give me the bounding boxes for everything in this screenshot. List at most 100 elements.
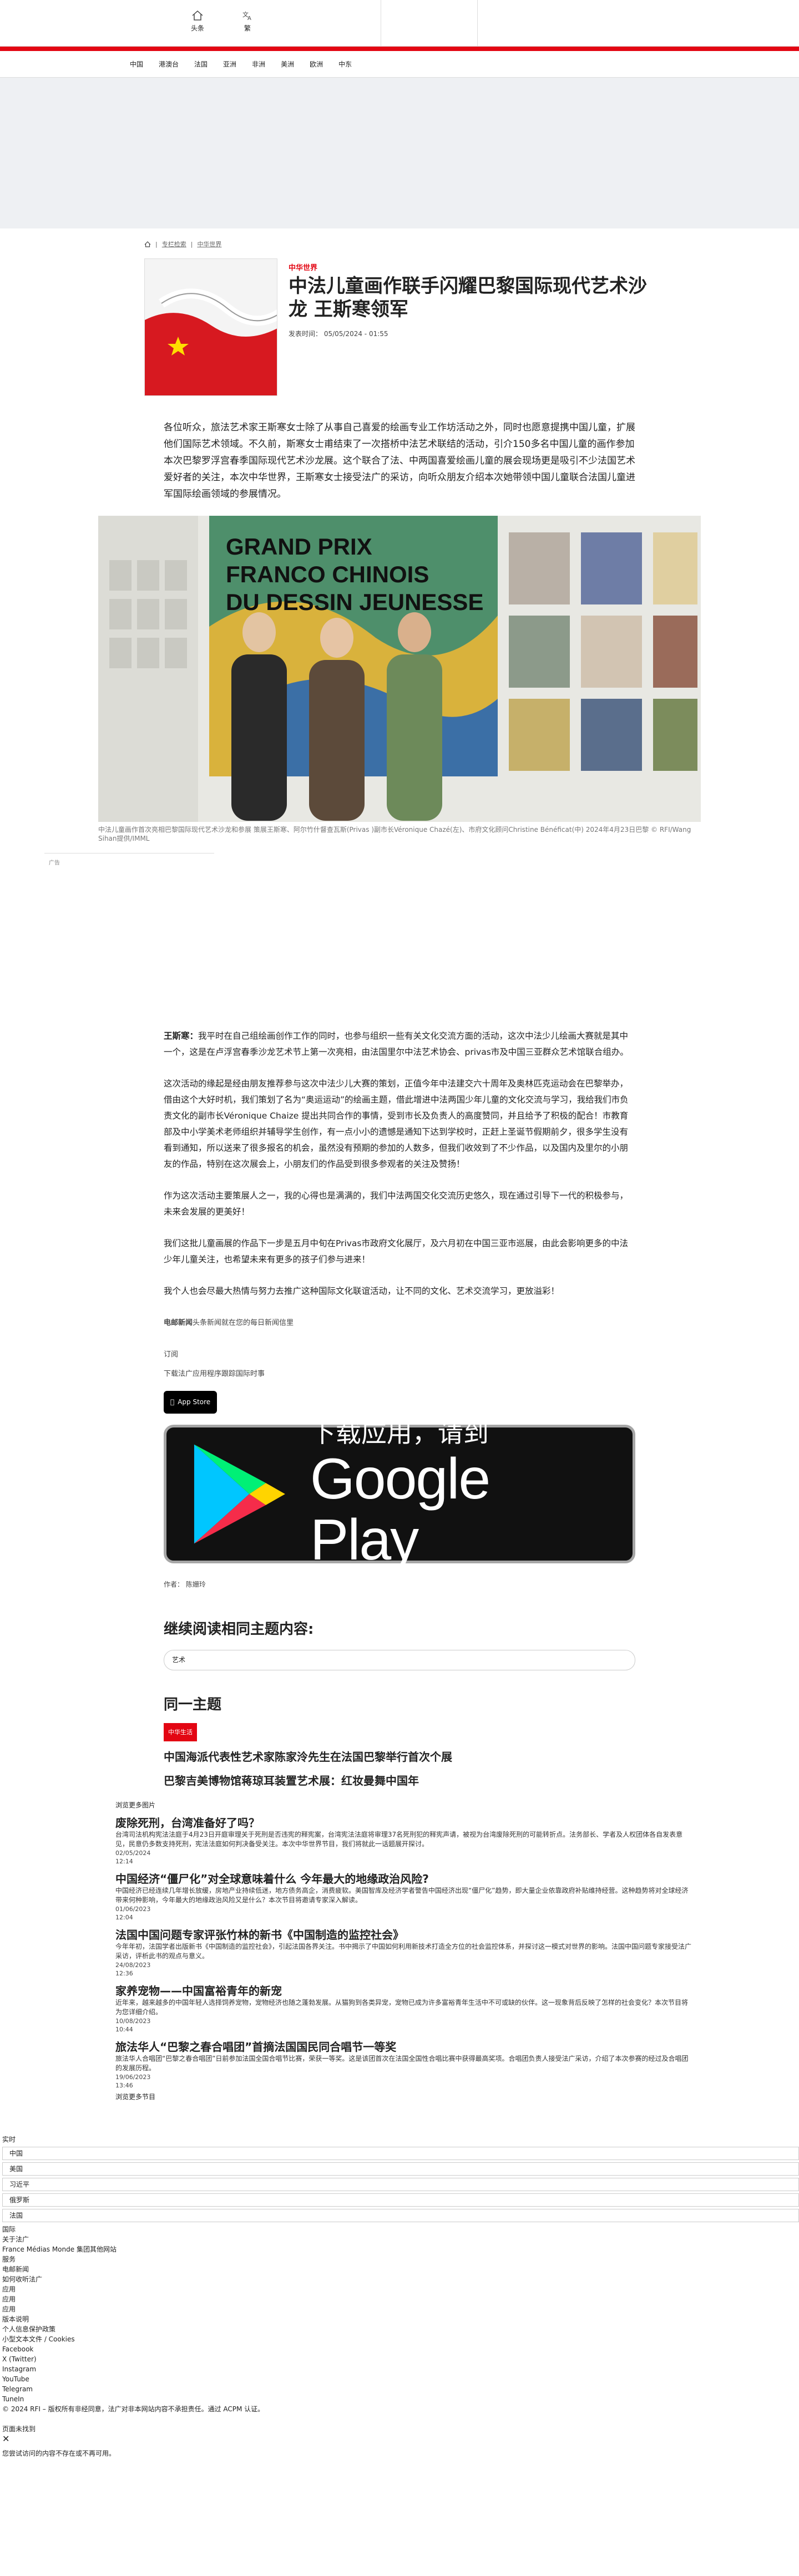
footer: 实时 中国美国习近平俄罗斯法国 国际 关于法广 France Médias Mond… — [0, 2135, 799, 2458]
copyright: © 2024 RFI – 版权所有非经同意，法广对非本网站内容不承担责任。通过 … — [2, 2405, 265, 2413]
nav-item[interactable]: 美洲 — [273, 59, 302, 69]
footer-link[interactable]: 应用 — [2, 2284, 799, 2294]
topic-link[interactable]: 美国 — [2, 2162, 799, 2176]
more-label: 浏览更多图片 — [115, 1801, 156, 1809]
footer-link[interactable]: 国际 — [2, 2224, 799, 2234]
footer-link[interactable]: 如何收听法广 — [2, 2274, 799, 2284]
item-title: 中国经济“僵尸化”对全球意味着什么 今年最大的地缘政治风险? — [115, 1872, 429, 1886]
item-title: 废除死刑，台湾准备好了吗？ — [115, 1816, 260, 1830]
download-app-text: 下载法广应用程序跟踪国际时事 — [164, 1370, 265, 1378]
article-thumbnail — [144, 258, 277, 396]
item-title: 家养宠物——中国富裕青年的新宠 — [115, 1984, 282, 1998]
close-icon[interactable]: ✕ — [2, 2434, 799, 2444]
topic-link[interactable]: 法国 — [2, 2209, 799, 2222]
photo-caption: 中法儿童画作首次亮相巴黎国际现代艺术沙龙和参展 策展王斯寒、阿尔竹什督查瓦斯(P… — [98, 826, 691, 842]
item-desc: 近年来，越来越多的中国年轻人选择饲养宠物，宠物经济也随之蓬勃发展。从猫狗到各类异… — [115, 1999, 689, 2016]
nav-item[interactable]: 中国 — [122, 59, 151, 69]
footer-link[interactable]: YouTube — [2, 2374, 799, 2384]
body-paragraph: 我个人也会尽最大热情与努力去推广这种国际文化联谊活动，让不同的文化、艺术交流学习… — [164, 1283, 635, 1299]
footer-link[interactable]: 个人信息保护政策 — [2, 2324, 799, 2334]
item-desc: 台湾司法机构宪法法庭于4月23日开庭审理关于死刑是否违宪的释宪案，台湾宪法法庭将… — [115, 1831, 683, 1848]
newsletter-promo: 电邮新闻头条新闻就在您的每日新闻信里 — [164, 1315, 635, 1331]
ad-label: 广告 — [49, 860, 60, 866]
google-play-button[interactable]: 下载应用，请到 Google Play — [164, 1418, 635, 1571]
apple-icon:  — [170, 1394, 174, 1410]
breadcrumb-link[interactable]: 中华世界 — [197, 240, 221, 248]
speaker-name: 王斯寒： — [164, 1031, 199, 1041]
home-icon — [192, 10, 203, 21]
item-time: 10:44 — [115, 2026, 133, 2033]
gplay-line2: Google Play — [310, 1447, 490, 1572]
item-time: 12:04 — [115, 1914, 133, 1921]
footer-link[interactable]: X (Twitter) — [2, 2354, 799, 2364]
not-found-message: 您尝试访问的内容不存在或不再可用。 — [2, 2450, 116, 2457]
item-date: 24/08/2023 — [115, 1962, 151, 1969]
nav-item[interactable]: 亚洲 — [215, 59, 244, 69]
topic-link[interactable]: 俄罗斯 — [2, 2193, 799, 2207]
divider — [477, 0, 478, 47]
footer-link[interactable]: 版本说明 — [2, 2314, 799, 2324]
nav-item[interactable]: 欧洲 — [302, 59, 331, 69]
item-date: 02/05/2024 — [115, 1850, 151, 1857]
paragraph-text: 作为这次活动主要策展人之一，我的心得也是满满的，我们中法两国交化交流历史悠久，现… — [164, 1191, 629, 1217]
body-paragraph: 这次活动的缘起是经由朋友推荐参与这次中法少儿大赛的策划，正值今年中法建交六十周年… — [164, 1076, 635, 1172]
list-item[interactable]: 旅法华人“巴黎之春合唱团”首摘法国国民同合唱节一等奖 旅法华人合唱团“巴黎之春合唱… — [115, 2038, 799, 2090]
poster-line: FRANCO CHINOIS — [226, 561, 429, 587]
tag-button[interactable]: 艺术 — [164, 1650, 635, 1670]
item-title: 法国中国问题专家评张竹林的新书《中国制造的监控社会》 — [115, 1928, 404, 1942]
browse-more-link[interactable]: 浏览更多节目 — [115, 2092, 799, 2101]
poster-line: GRAND PRIX — [226, 534, 372, 560]
breadcrumb-link[interactable]: 专栏检索 — [162, 240, 186, 248]
translate-button[interactable]: 文A 繁 — [231, 10, 264, 33]
article-lead: 各位听众，旅法艺术家王斯寒女士除了从事自己喜爱的绘画专业工作坊活动之外，同时也愿… — [164, 422, 635, 500]
related-article-link[interactable]: 中国海派代表性艺术家陈家泠先生在法国巴黎举行首次个展 — [164, 1749, 635, 1765]
author: 作者： 陈姗玲 — [164, 1581, 206, 1588]
body-paragraph: 我们这批儿童画展的作品下一步是五月中旬在Privas市政府文化展厅，及六月初在中… — [164, 1236, 635, 1268]
nav-item[interactable]: 非洲 — [244, 59, 273, 69]
home-icon[interactable] — [144, 241, 151, 247]
article-title: 中法儿童画作联手闪耀巴黎国际现代艺术沙龙 王斯寒领军 — [289, 275, 647, 321]
top-bar: 头条 文A 繁 — [0, 0, 799, 47]
item-date: 01/06/2023 — [115, 1906, 151, 1913]
nav-item[interactable]: 法国 — [186, 59, 215, 69]
footer-link[interactable]: 电邮新闻 — [2, 2264, 799, 2274]
footer-link[interactable]: Facebook — [2, 2344, 799, 2354]
live-label: 实时 — [2, 2136, 16, 2143]
google-play-icon — [194, 1444, 285, 1544]
footer-link[interactable]: 关于法广 — [2, 2234, 799, 2244]
paragraph-text: 我平时在自己组绘画创作工作的同时，也参与组织一些有关文化交流方面的活动，这次中法… — [164, 1031, 629, 1057]
body-paragraph: 作为这次活动主要策展人之一，我的心得也是满满的，我们中法两国交化交流历史悠久，现… — [164, 1188, 635, 1220]
related-article-link[interactable]: 巴黎吉美博物馆蒋琼耳装置艺术展：红妆曼舞中国年 — [164, 1773, 635, 1789]
list-item[interactable]: 法国中国问题专家评张竹林的新书《中国制造的监控社会》 今年年初，法国学者出版新书《… — [115, 1926, 799, 1978]
home-button[interactable]: 头条 — [181, 10, 214, 33]
footer-link[interactable]: 服务 — [2, 2254, 799, 2264]
translate-label: 繁 — [244, 24, 251, 32]
subscribe-link[interactable]: 订阅 — [164, 1350, 178, 1359]
item-date: 10/08/2023 — [115, 2018, 151, 2025]
category-badge[interactable]: 中华生活 — [164, 1723, 197, 1741]
item-time: 13:46 — [115, 2082, 133, 2089]
footer-link[interactable]: Telegram — [2, 2384, 799, 2394]
topic-link[interactable]: 中国 — [2, 2147, 799, 2160]
list-item[interactable]: 中国经济“僵尸化”对全球意味着什么 今年最大的地缘政治风险? 中国经济已经连续几年… — [115, 1870, 799, 1922]
footer-link[interactable]: 小型文本文件 / Cookies — [2, 2334, 799, 2344]
nav-item[interactable]: 港澳台 — [151, 59, 186, 69]
paragraph-text: 我们这批儿童画展的作品下一步是五月中旬在Privas市政府文化展厅，及六月初在中… — [164, 1238, 629, 1264]
footer-link[interactable]: France Médias Monde 集团其他网站 — [2, 2244, 799, 2254]
newsletter-lead: 电邮新闻 — [164, 1319, 193, 1327]
item-desc: 今年年初，法国学者出版新书《中国制造的监控社会》，引起法国各界关注。书中揭示了中… — [115, 1943, 692, 1960]
more-programs: 浏览更多图片 废除死刑，台湾准备好了吗？ 台湾司法机构宪法法庭于4月23日开庭审理… — [115, 1800, 799, 2101]
footer-link[interactable]: Instagram — [2, 2364, 799, 2374]
breadcrumb: | 专栏检索 | 中华世界 — [144, 240, 655, 248]
nav-item[interactable]: 中东 — [331, 59, 360, 69]
app-store-button[interactable]:  App Store — [164, 1391, 218, 1414]
topic-link[interactable]: 习近平 — [2, 2178, 799, 2191]
article-kicker[interactable]: 中华世界 — [289, 262, 655, 272]
publish-date: 发表时间： 05/05/2024 - 01:55 — [289, 330, 388, 338]
list-item[interactable]: 废除死刑，台湾准备好了吗？ 台湾司法机构宪法法庭于4月23日开庭审理关于死刑是否违… — [115, 1814, 799, 1866]
footer-link[interactable]: 应用 — [2, 2294, 799, 2304]
article-photo: GRAND PRIX FRANCO CHINOIS DU DESSIN JEUN… — [98, 516, 701, 822]
footer-link[interactable]: TuneIn — [2, 2394, 799, 2404]
list-item[interactable]: 家养宠物——中国富裕青年的新宠 近年来，越来越多的中国年轻人选择饲养宠物，宠物经济… — [115, 1982, 799, 2034]
footer-link[interactable]: 应用 — [2, 2304, 799, 2314]
